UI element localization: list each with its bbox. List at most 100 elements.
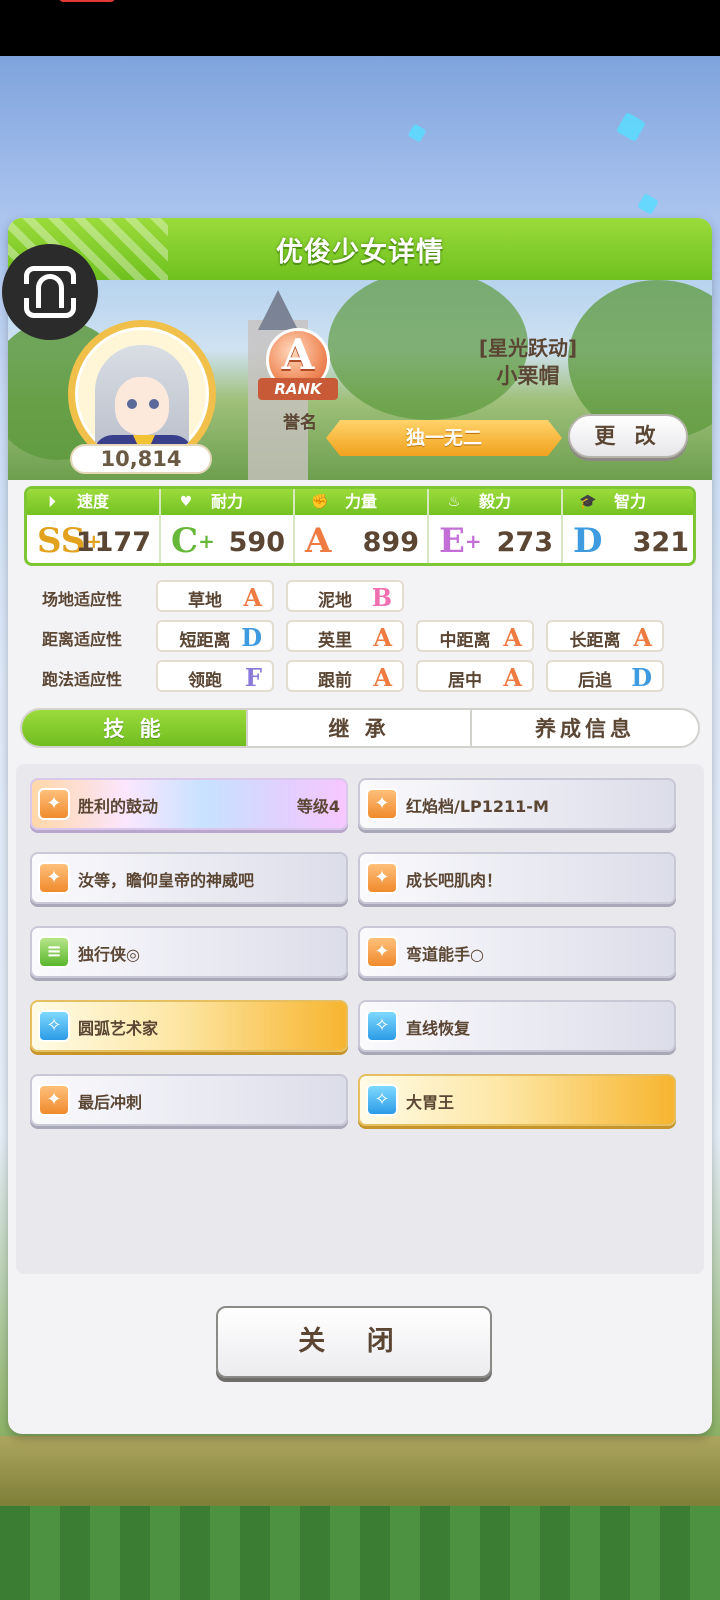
skill-card[interactable]: ✦ 胜利的鼓动 等级4: [30, 778, 348, 830]
skill-orange-icon: ✦: [366, 788, 398, 820]
status-bar: [0, 0, 720, 56]
stat-grade: D: [573, 521, 603, 561]
rank-ribbon: RANK: [258, 378, 338, 400]
close-button[interactable]: 关 闭: [216, 1306, 492, 1378]
aptitude-name: 草地: [188, 591, 222, 611]
dialog-title: 优俊少女详情: [276, 237, 444, 268]
stat-grade: E+: [439, 521, 482, 561]
aptitude-grade: D: [241, 623, 262, 652]
aptitude-name: 中距离: [439, 631, 491, 651]
profile-banner: 10,814 A RANK 誉名 [星光跃动] 小栗帽 独一无二 更 改: [8, 280, 712, 480]
speed-icon: ⏵: [48, 494, 56, 510]
stat-header: 🎓 智力: [563, 489, 693, 515]
dialog-header: 优俊少女详情: [8, 218, 712, 280]
aptitude-name: 后追: [578, 671, 612, 691]
style-aptitude-label: 跑法适应性: [42, 670, 123, 689]
aptitude-distance-0: 短距离 D: [156, 620, 274, 652]
skill-blue-icon: ✧: [38, 1010, 70, 1042]
stat-header: ♨ 毅力: [429, 489, 561, 515]
skill-name: 成长吧肌肉！: [406, 871, 503, 890]
horseshoe-icon: [36, 274, 64, 308]
skill-name: 最后冲刺: [78, 1093, 143, 1112]
sparkle-decoration: [637, 193, 659, 215]
skill-name: 直线恢复: [406, 1019, 471, 1038]
stat-value: 590: [228, 527, 285, 558]
aptitude-style-3: 后追 D: [546, 660, 664, 692]
character-detail-dialog: 优俊少女详情 10,814 A RANK 誉名 [星光跃动] 小栗帽 独一无二 …: [8, 218, 712, 1434]
skill-card[interactable]: ✧ 直线恢复: [358, 1000, 676, 1052]
aptitude-name: 长距离: [569, 631, 621, 651]
skill-card[interactable]: ✦ 汝等，瞻仰皇帝的神威吧: [30, 852, 348, 904]
aptitude-distance-3: 长距离 A: [546, 620, 664, 652]
aptitude-grade: A: [243, 583, 262, 612]
aptitude-name: 领跑: [188, 671, 222, 691]
aptitude-style-2: 居中 A: [416, 660, 534, 692]
skill-orange-icon: ✦: [38, 1084, 70, 1116]
graduation-cap-icon: 🎓: [579, 494, 597, 510]
aptitude-grade: A: [503, 663, 522, 692]
stat-value: 321: [632, 527, 689, 558]
aptitude-track-1: 泥地 B: [286, 580, 404, 612]
skill-green-icon: ≡: [38, 936, 70, 968]
aptitude-name: 居中: [448, 671, 482, 691]
track-aptitude-label: 场地适应性: [42, 590, 123, 609]
rank-grade: A: [281, 330, 315, 379]
skill-orange-icon: ✦: [366, 936, 398, 968]
sparkle-decoration: [407, 123, 427, 143]
rank-label: 誉名: [283, 413, 317, 433]
stat-label: 力量: [344, 492, 377, 511]
aptitude-grade: F: [244, 663, 262, 692]
skill-name: 独行侠◎: [78, 945, 140, 964]
aptitude-track-0: 草地 A: [156, 580, 274, 612]
skill-name: 汝等，瞻仰皇帝的神威吧: [78, 871, 255, 890]
aptitude-grade: A: [373, 623, 392, 652]
skill-card[interactable]: ✦ 最后冲刺: [30, 1074, 348, 1126]
rating-score: 10,814: [70, 444, 212, 474]
stat-1: ♥ 耐力 C+ 590: [161, 489, 295, 563]
character-epithet: [星光跃动]: [478, 336, 578, 360]
fence-decoration: [0, 1436, 720, 1506]
aptitude-style-0: 领跑 F: [156, 660, 274, 692]
tab-training-info[interactable]: 养成信息: [470, 710, 698, 746]
skill-card[interactable]: ≡ 独行侠◎: [30, 926, 348, 978]
aptitude-name: 跟前: [318, 671, 352, 691]
skill-card[interactable]: ✦ 红焰档/LP1211-M: [358, 778, 676, 830]
stat-label: 速度: [76, 492, 109, 511]
skill-orange-icon: ✦: [38, 788, 70, 820]
stat-3: ♨ 毅力 E+ 273: [429, 489, 563, 563]
change-title-button[interactable]: 更 改: [568, 414, 688, 458]
skill-blue-icon: ✧: [366, 1010, 398, 1042]
arm-icon: ✊: [311, 494, 329, 510]
aptitude-name: 短距离: [179, 631, 231, 651]
stat-header: ⏵ 速度: [27, 489, 159, 515]
aptitude-distance-2: 中距离 A: [416, 620, 534, 652]
skill-orange-icon: ✦: [38, 862, 70, 894]
stat-4: 🎓 智力 D 321: [563, 489, 693, 563]
skill-card[interactable]: ✦ 成长吧肌肉！: [358, 852, 676, 904]
skill-card[interactable]: ✧ 大胃王: [358, 1074, 676, 1126]
stat-value: 899: [362, 527, 419, 558]
aptitude-grade: D: [631, 663, 652, 692]
grass-decoration: [0, 1506, 720, 1600]
aptitude-grade: B: [371, 583, 392, 612]
aptitude-name: 泥地: [318, 591, 352, 611]
stat-value: 273: [496, 527, 553, 558]
skill-orange-icon: ✦: [366, 862, 398, 894]
heart-icon: ♥: [179, 494, 193, 510]
stat-grade: A: [305, 521, 332, 561]
tab-skills[interactable]: 技 能: [22, 710, 246, 746]
stat-label: 智力: [613, 492, 646, 511]
stat-0: ⏵ 速度 SS+ 1177: [27, 489, 161, 563]
stat-header: ♥ 耐力: [161, 489, 293, 515]
skill-name: 弯道能手○: [406, 945, 484, 964]
tab-inheritance[interactable]: 继 承: [246, 710, 470, 746]
skill-card[interactable]: ✦ 弯道能手○: [358, 926, 676, 978]
skill-name: 大胃王: [406, 1093, 455, 1112]
rank-medal: A RANK: [258, 328, 338, 408]
aptitude-distance-1: 英里 A: [286, 620, 404, 652]
stat-label: 耐力: [210, 492, 243, 511]
flame-icon: ♨: [447, 494, 461, 510]
skill-name: 胜利的鼓动: [78, 797, 159, 816]
screenshot-overlay-button[interactable]: [2, 244, 98, 340]
skill-card[interactable]: ✧ 圆弧艺术家: [30, 1000, 348, 1052]
